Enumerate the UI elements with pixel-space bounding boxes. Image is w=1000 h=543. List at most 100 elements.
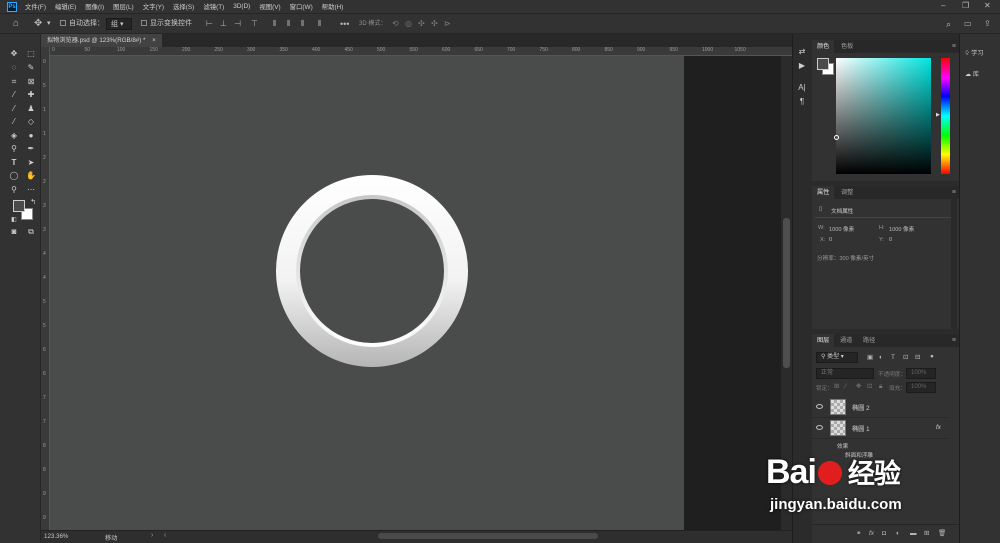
- layer-row[interactable]: 椭圆 1 fx: [812, 418, 949, 439]
- tab-adjustments[interactable]: 调整: [836, 186, 858, 199]
- horizontal-scroll-thumb[interactable]: [378, 533, 598, 539]
- tab-layers[interactable]: 图层: [812, 334, 835, 347]
- lock-position-icon[interactable]: ✥: [856, 383, 861, 391]
- lock-all-icon[interactable]: 🔒︎: [879, 383, 882, 391]
- default-colors-icon[interactable]: ◧: [8, 214, 20, 226]
- workspace-icon[interactable]: ▭: [964, 18, 972, 30]
- tab-color[interactable]: 颜色: [812, 40, 835, 53]
- history-brush-tool-icon[interactable]: ⁄: [8, 116, 20, 128]
- y-value[interactable]: 0: [889, 237, 892, 243]
- canvas[interactable]: [50, 56, 684, 530]
- menu-file[interactable]: 文件(F): [25, 2, 46, 11]
- distribute-spacing-icon[interactable]: ⫴: [318, 18, 321, 30]
- lock-transparent-icon[interactable]: ⊞: [834, 383, 839, 391]
- horizontal-ruler[interactable]: 0 50 100 150 200 250 300 350 400 450 500 550 600 650 7…: [50, 47, 792, 56]
- blend-mode-dropdown[interactable]: 正常: [816, 368, 874, 379]
- quick-mask-icon[interactable]: ◙: [8, 226, 20, 238]
- align-top-icon[interactable]: ⊤: [251, 18, 258, 30]
- hue-slider[interactable]: [941, 58, 950, 174]
- vertical-ruler[interactable]: 0 5 1 1 2 2 3 3 4 4 5 5 6 6 7 7 8 8 9 9: [41, 47, 50, 530]
- move-tool-icon[interactable]: ✥: [34, 18, 42, 30]
- lock-artboard-icon[interactable]: ⊡: [867, 383, 872, 391]
- panel-menu-icon[interactable]: ≡: [952, 337, 956, 344]
- zoom-level[interactable]: 123.36%: [44, 533, 68, 540]
- align-hcenter-icon[interactable]: ⊥: [220, 18, 227, 30]
- home-icon[interactable]: ⌂: [13, 18, 19, 30]
- ellipse-tool-icon[interactable]: ◯: [8, 170, 20, 182]
- new-adjustment-icon[interactable]: ◐: [896, 530, 900, 538]
- visibility-eye-icon[interactable]: [816, 425, 823, 430]
- new-layer-icon[interactable]: ⊞: [924, 530, 929, 538]
- zoom-tool-icon[interactable]: ⚲: [8, 184, 20, 196]
- color-picker-cursor[interactable]: [834, 135, 839, 140]
- distribute-center-icon[interactable]: ⫴: [287, 18, 290, 30]
- layer-row[interactable]: 椭圆 2: [812, 397, 949, 418]
- align-left-icon[interactable]: ⊢: [206, 18, 213, 30]
- lock-image-icon[interactable]: ⁄: [845, 383, 846, 391]
- distribute-right-icon[interactable]: ⫴: [301, 18, 304, 30]
- auto-select-checkbox[interactable]: 自动选择：: [60, 18, 104, 30]
- layer-fx-badge[interactable]: fx: [936, 424, 941, 431]
- hand-tool-icon[interactable]: ✋: [25, 170, 37, 182]
- close-tab-icon[interactable]: ×: [152, 37, 156, 44]
- paragraph-panel-icon[interactable]: ¶: [796, 96, 808, 108]
- restore-icon[interactable]: ❐: [962, 1, 969, 10]
- quick-select-tool-icon[interactable]: ✎: [25, 62, 37, 74]
- search-icon[interactable]: ⌕: [946, 18, 951, 30]
- menu-edit[interactable]: 编辑(E): [55, 2, 76, 11]
- share-icon[interactable]: ⇪: [984, 18, 991, 30]
- link-layers-icon[interactable]: ⚭: [856, 530, 861, 538]
- menu-filter[interactable]: 滤镜(T): [203, 2, 224, 11]
- layer-filter-dropdown[interactable]: ⚲ 类型 ▾: [816, 352, 858, 363]
- crop-tool-icon[interactable]: ⌗: [8, 76, 20, 88]
- 3d-roll-icon[interactable]: ◎: [405, 18, 412, 30]
- paint-bucket-tool-icon[interactable]: ◈: [8, 130, 20, 142]
- saturation-field[interactable]: [834, 58, 931, 174]
- eraser-tool-icon[interactable]: ◇: [25, 116, 37, 128]
- actions-panel-icon[interactable]: ▶: [796, 60, 808, 72]
- frame-tool-icon[interactable]: ⊠: [25, 76, 37, 88]
- menu-view[interactable]: 视图(V): [259, 2, 280, 11]
- 3d-scale-icon[interactable]: ⊳: [444, 18, 451, 30]
- menu-image[interactable]: 图像(I): [85, 2, 104, 11]
- history-panel-icon[interactable]: ⇄: [796, 46, 808, 58]
- menu-window[interactable]: 窗口(W): [290, 2, 313, 11]
- hue-slider-handle-icon[interactable]: ▶: [936, 112, 940, 118]
- delete-layer-icon[interactable]: 🗑︎: [938, 530, 946, 538]
- clone-stamp-tool-icon[interactable]: ♟: [25, 103, 37, 115]
- panel-foreground-swatch[interactable]: [817, 58, 829, 70]
- edit-toolbar-icon[interactable]: ⋯: [25, 184, 37, 196]
- lasso-tool-icon[interactable]: ◌: [8, 62, 20, 74]
- auto-select-dropdown[interactable]: 组 ▾: [106, 18, 132, 30]
- 3d-orbit-icon[interactable]: ⟲: [392, 18, 399, 30]
- tab-swatches[interactable]: 色板: [836, 40, 858, 53]
- filter-pixel-icon[interactable]: ▣: [867, 354, 873, 362]
- dodge-tool-icon[interactable]: ⚲: [8, 143, 20, 155]
- fill-field[interactable]: 100%: [906, 382, 936, 393]
- new-group-icon[interactable]: ▬: [910, 530, 917, 538]
- filter-shape-icon[interactable]: ⊡: [903, 354, 908, 362]
- panel-menu-icon[interactable]: ≡: [952, 43, 956, 50]
- filter-smart-object-icon[interactable]: ⊟: [915, 354, 920, 362]
- height-value[interactable]: 1000 像素: [889, 225, 914, 233]
- menu-help[interactable]: 帮助(H): [322, 2, 344, 11]
- menu-select[interactable]: 选择(S): [173, 2, 194, 11]
- tab-properties[interactable]: 属性: [812, 186, 835, 199]
- healing-brush-tool-icon[interactable]: ✚: [25, 89, 37, 101]
- marquee-tool-icon[interactable]: ⬚: [25, 48, 37, 60]
- add-style-icon[interactable]: fx: [869, 530, 874, 538]
- vertical-scroll-thumb[interactable]: [783, 218, 790, 368]
- foreground-color-swatch[interactable]: [13, 200, 25, 212]
- libraries-item[interactable]: ☁︎ 库: [965, 69, 979, 78]
- properties-scrollbar[interactable]: [951, 199, 957, 329]
- menu-3d[interactable]: 3D(D): [233, 3, 250, 10]
- distribute-left-icon[interactable]: ⫴: [273, 18, 276, 30]
- add-mask-icon[interactable]: ◘: [882, 530, 886, 538]
- 3d-slide-icon[interactable]: ✣: [431, 18, 438, 30]
- menu-type[interactable]: 文字(Y): [143, 2, 164, 11]
- tab-paths[interactable]: 路径: [858, 334, 880, 347]
- document-tab[interactable]: 拟物浏览器.psd @ 123%(RGB/8#) * ×: [41, 34, 162, 47]
- swap-colors-icon[interactable]: ↰: [27, 197, 39, 209]
- filter-adjustment-icon[interactable]: ◐: [879, 354, 883, 362]
- show-transform-checkbox[interactable]: 显示变换控件: [141, 18, 192, 30]
